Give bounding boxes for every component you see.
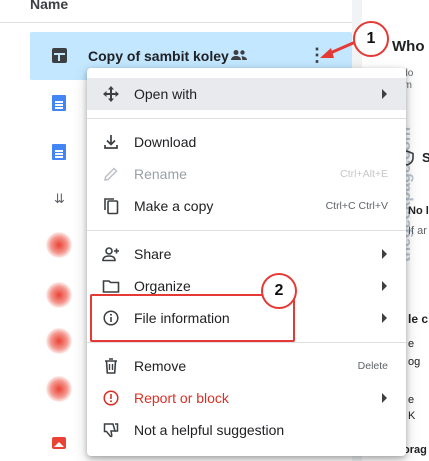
add-person-icon bbox=[101, 244, 121, 264]
copy-icon bbox=[101, 196, 121, 216]
menu-item-not-helpful[interactable]: Not a helpful suggestion bbox=[87, 414, 406, 446]
menu-label: Report or block bbox=[134, 390, 229, 406]
side-panel-label: e bbox=[408, 394, 415, 406]
side-panel-label: K bbox=[408, 410, 416, 422]
pencil-icon bbox=[101, 164, 121, 184]
menu-label: Not a helpful suggestion bbox=[134, 422, 285, 438]
menu-shortcut: Delete bbox=[357, 360, 388, 372]
side-panel-label: e bbox=[408, 338, 415, 350]
menu-item-report-or-block[interactable]: Report or block bbox=[87, 382, 406, 414]
trash-icon bbox=[101, 356, 121, 376]
side-panel-section: S bbox=[422, 150, 429, 165]
menu-item-rename: Rename Ctrl+Alt+E bbox=[87, 158, 406, 190]
menu-label: Remove bbox=[134, 358, 187, 374]
menu-separator bbox=[87, 118, 406, 119]
menu-label: Open with bbox=[134, 86, 198, 102]
menu-item-remove[interactable]: Remove Delete bbox=[87, 350, 406, 382]
menu-label: Organize bbox=[134, 278, 191, 294]
download-icon bbox=[101, 132, 121, 152]
annotation-badge-2: 2 bbox=[261, 273, 297, 309]
image-thumbnail-icon bbox=[46, 232, 72, 258]
submenu-arrow-icon bbox=[382, 89, 387, 99]
menu-label: Make a copy bbox=[134, 198, 214, 214]
sheets-file-icon bbox=[52, 48, 67, 63]
thumbs-down-icon bbox=[101, 420, 121, 440]
menu-separator bbox=[87, 230, 406, 231]
submenu-arrow-icon bbox=[382, 281, 387, 291]
name-column-header[interactable]: Name bbox=[30, 0, 68, 12]
annotation-badge-1: 1 bbox=[353, 21, 389, 57]
menu-label: Rename bbox=[134, 166, 187, 182]
menu-item-download[interactable]: Download bbox=[87, 126, 406, 158]
image-thumbnail-icon bbox=[46, 282, 72, 308]
move-arrows-icon bbox=[101, 84, 121, 104]
docs-file-icon bbox=[52, 95, 66, 111]
menu-item-open-with[interactable]: Open with bbox=[87, 78, 406, 110]
submenu-arrow-icon bbox=[382, 313, 387, 323]
report-alert-icon bbox=[101, 388, 121, 408]
file-context-menu: Open with Download Rename Ctrl+Alt+E Mak… bbox=[87, 68, 406, 456]
menu-separator bbox=[87, 342, 406, 343]
menu-item-share[interactable]: Share bbox=[87, 238, 406, 270]
image-thumbnail-icon bbox=[46, 328, 72, 354]
side-panel-label: og bbox=[408, 356, 421, 368]
image-file-icon bbox=[52, 437, 66, 449]
side-panel-title: Who bbox=[392, 38, 425, 55]
menu-shortcut: Ctrl+C Ctrl+V bbox=[325, 200, 388, 212]
file-type-icon: ⇊ bbox=[54, 191, 65, 206]
side-panel-label: le c bbox=[408, 312, 429, 326]
header-divider bbox=[0, 22, 352, 23]
submenu-arrow-icon bbox=[382, 249, 387, 259]
menu-label: Download bbox=[134, 134, 197, 150]
shared-people-icon bbox=[231, 50, 247, 60]
menu-item-make-a-copy[interactable]: Make a copy Ctrl+C Ctrl+V bbox=[87, 190, 406, 222]
submenu-arrow-icon bbox=[382, 393, 387, 403]
menu-shortcut: Ctrl+Alt+E bbox=[340, 168, 388, 180]
selected-file-name[interactable]: Copy of sambit koley bbox=[88, 48, 229, 64]
image-thumbnail-icon bbox=[46, 376, 72, 402]
docs-file-icon bbox=[52, 144, 66, 160]
menu-label: Share bbox=[134, 246, 172, 262]
folder-icon bbox=[101, 276, 121, 296]
